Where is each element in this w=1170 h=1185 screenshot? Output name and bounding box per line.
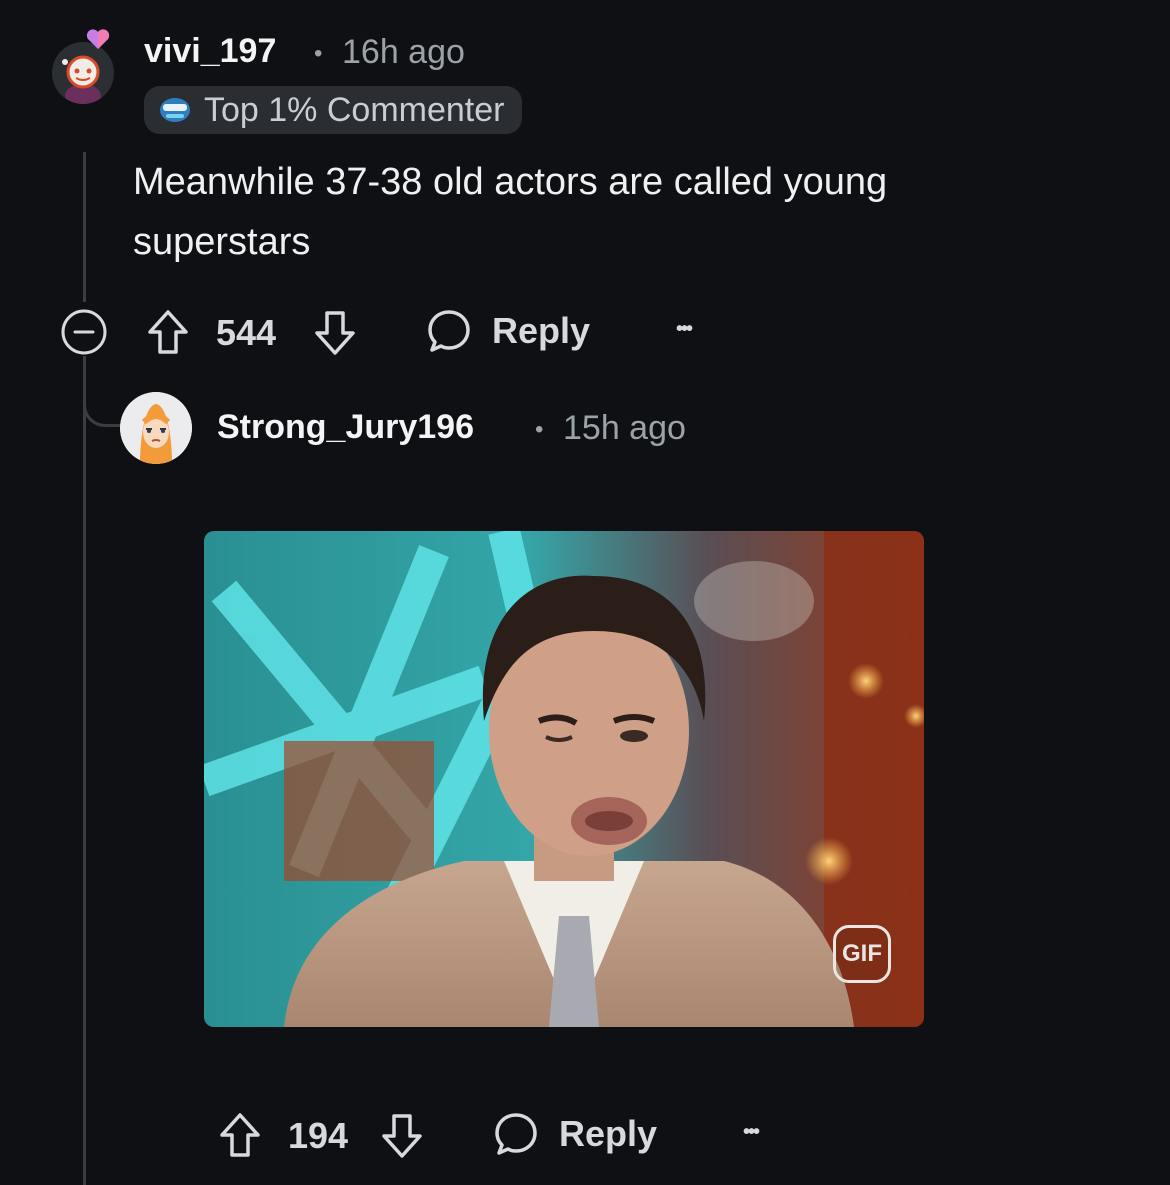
reply-button[interactable]: Reply (493, 1111, 657, 1157)
gif-image (204, 531, 924, 1027)
reply-label: Reply (492, 310, 591, 351)
flair-icon (158, 95, 192, 125)
comment-username[interactable]: vivi_197 (144, 32, 276, 71)
meta-separator: • (535, 416, 544, 443)
collapse-icon[interactable] (60, 308, 108, 356)
reply-label: Reply (559, 1113, 658, 1154)
downvote-icon[interactable] (313, 310, 357, 356)
reply-gif[interactable]: GIF (204, 531, 924, 1027)
reply-timestamp: 15h ago (563, 409, 686, 447)
flair-text: Top 1% Commenter (204, 90, 505, 129)
upvote-icon[interactable] (218, 1112, 262, 1158)
reply-button[interactable]: Reply (426, 308, 590, 354)
thread-line-lower (83, 356, 86, 1185)
user-flair-badge: Top 1% Commenter (144, 86, 523, 134)
comment-timestamp: 16h ago (342, 33, 465, 71)
gif-badge-label: GIF (842, 940, 882, 967)
comment-bubble-icon (426, 308, 472, 354)
upvote-icon[interactable] (146, 309, 190, 355)
comment-body-line-1: Meanwhile 37-38 old actors are called yo… (133, 161, 888, 203)
more-options-icon[interactable]: ••• (676, 318, 693, 341)
user-avatar-strong-jury[interactable] (120, 392, 192, 464)
avatar-heart-icon (86, 28, 110, 55)
vote-count: 544 (216, 312, 277, 353)
thread-branch-curve (83, 380, 122, 427)
reply-username[interactable]: Strong_Jury196 (217, 408, 474, 447)
thread-line-main (83, 152, 86, 302)
snoo-avatar-icon (120, 392, 192, 464)
meta-separator: • (314, 40, 323, 67)
comment-body-line-2: superstars (133, 221, 311, 263)
vote-count: 194 (288, 1115, 349, 1156)
comment-bubble-icon (493, 1111, 539, 1157)
more-options-icon[interactable]: ••• (743, 1121, 760, 1144)
downvote-icon[interactable] (380, 1113, 424, 1159)
gif-badge-icon: GIF (833, 925, 891, 983)
